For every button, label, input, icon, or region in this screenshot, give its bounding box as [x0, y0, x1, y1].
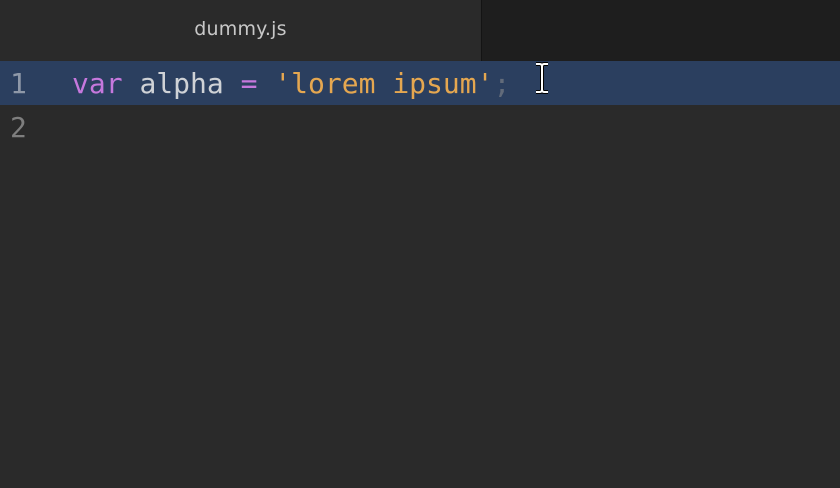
- string-token: 'lorem ipsum': [274, 66, 494, 100]
- semicolon-token: ;: [493, 66, 511, 100]
- code-line-2[interactable]: 2: [0, 105, 840, 149]
- line-number-1: 1: [10, 66, 27, 100]
- tab-bar-empty-area[interactable]: [481, 0, 840, 61]
- text-cursor-icon: [536, 62, 548, 94]
- code-line-1[interactable]: 1 var alpha = 'lorem ipsum';: [0, 61, 840, 105]
- tab-dummy-js[interactable]: dummy.js: [0, 0, 481, 61]
- tab-bar: dummy.js: [0, 0, 840, 61]
- line-number-2: 2: [10, 110, 27, 144]
- line-content-1[interactable]: var alpha = 'lorem ipsum';: [72, 67, 510, 100]
- tab-title: dummy.js: [194, 17, 287, 40]
- identifier-token: alpha: [139, 66, 224, 100]
- operator-token: =: [240, 66, 258, 100]
- keyword-token: var: [72, 66, 123, 100]
- code-editor[interactable]: 1 var alpha = 'lorem ipsum'; 2: [0, 61, 840, 488]
